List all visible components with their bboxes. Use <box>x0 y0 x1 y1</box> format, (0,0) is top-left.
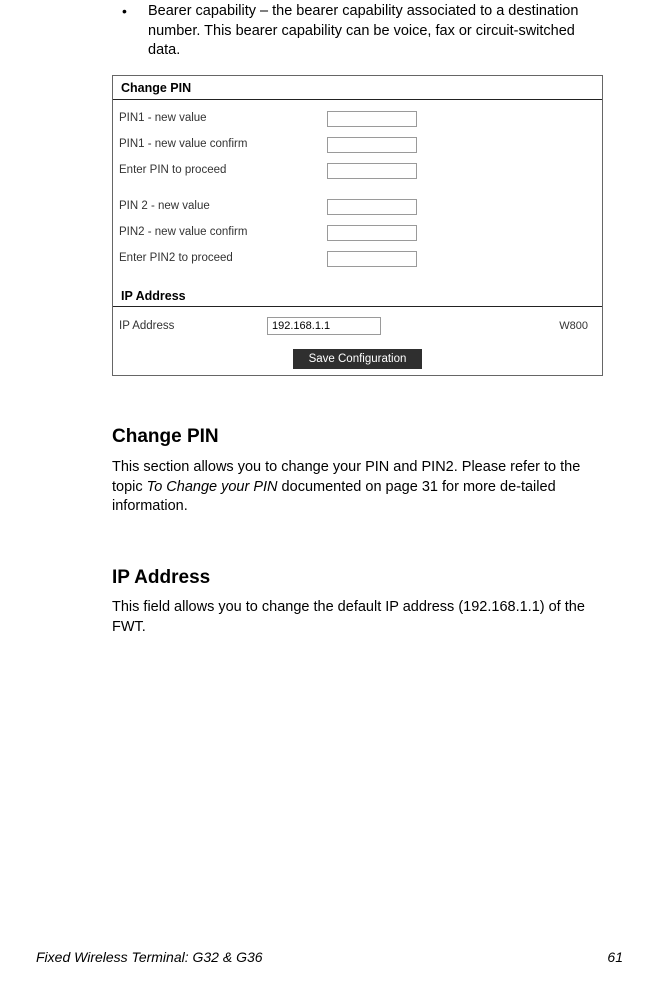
pin1-new-label: PIN1 - new value <box>119 111 327 127</box>
pin2-new-label: PIN 2 - new value <box>119 199 327 215</box>
pin1-confirm-label: PIN1 - new value confirm <box>119 137 327 153</box>
pin1-proceed-input[interactable] <box>327 163 417 179</box>
pin1-confirm-input[interactable] <box>327 137 417 153</box>
pin1-proceed-label: Enter PIN to proceed <box>119 163 327 179</box>
bullet-item: • Bearer capability – the bearer capabil… <box>122 2 603 61</box>
pin2-confirm-input[interactable] <box>327 225 417 241</box>
heading-ip-address: IP Address <box>112 565 603 591</box>
ip-address-input[interactable] <box>267 317 381 335</box>
fig-section-title-ip: IP Address <box>113 284 602 308</box>
bullet-term: Bearer capability <box>148 3 256 19</box>
fig-section-title-change-pin: Change PIN <box>113 76 602 100</box>
footer-title: Fixed Wireless Terminal: G32 & G36 <box>36 948 263 967</box>
bullet-marker: • <box>122 2 148 61</box>
pin2-confirm-label: PIN2 - new value confirm <box>119 225 327 241</box>
footer-page-number: 61 <box>607 948 623 967</box>
pin1-new-input[interactable] <box>327 111 417 127</box>
bullet-text: Bearer capability – the bearer capabilit… <box>148 2 603 61</box>
heading-change-pin: Change PIN <box>112 424 603 450</box>
pin2-new-input[interactable] <box>327 199 417 215</box>
paragraph-ip-address: This field allows you to change the defa… <box>112 598 603 637</box>
p-change-pin-italic: To Change your PIN <box>147 479 278 495</box>
pin2-proceed-label: Enter PIN2 to proceed <box>119 251 327 267</box>
screenshot-figure: Change PIN PIN1 - new value PIN1 - new v… <box>112 75 603 377</box>
page-footer: Fixed Wireless Terminal: G32 & G36 61 <box>36 948 623 967</box>
ip-right-label: W800 <box>559 319 594 334</box>
ip-address-label: IP Address <box>119 319 267 335</box>
pin2-proceed-input[interactable] <box>327 251 417 267</box>
paragraph-change-pin: This section allows you to change your P… <box>112 458 603 517</box>
save-configuration-button[interactable]: Save Configuration <box>293 349 423 369</box>
